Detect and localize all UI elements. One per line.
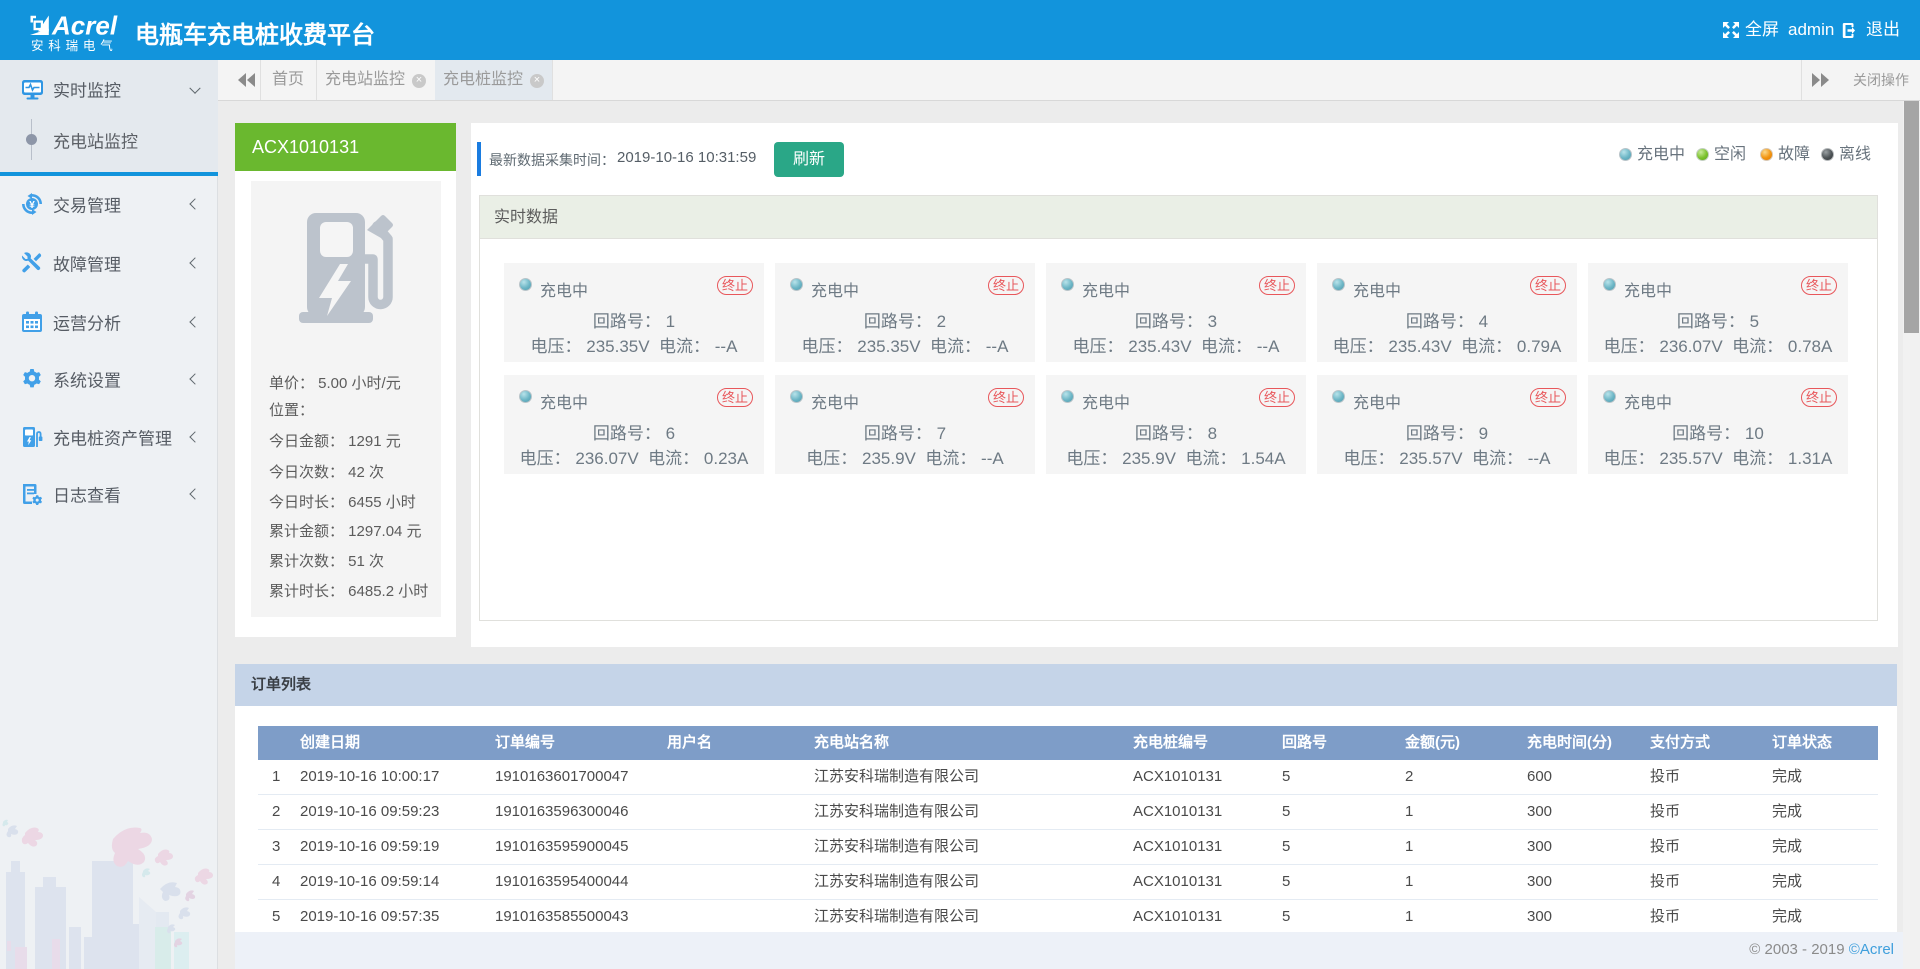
svg-text:¥: ¥ <box>29 200 35 211</box>
svg-text:安科瑞电气: 安科瑞电气 <box>31 38 118 53</box>
svg-text:Acrel: Acrel <box>51 11 118 41</box>
